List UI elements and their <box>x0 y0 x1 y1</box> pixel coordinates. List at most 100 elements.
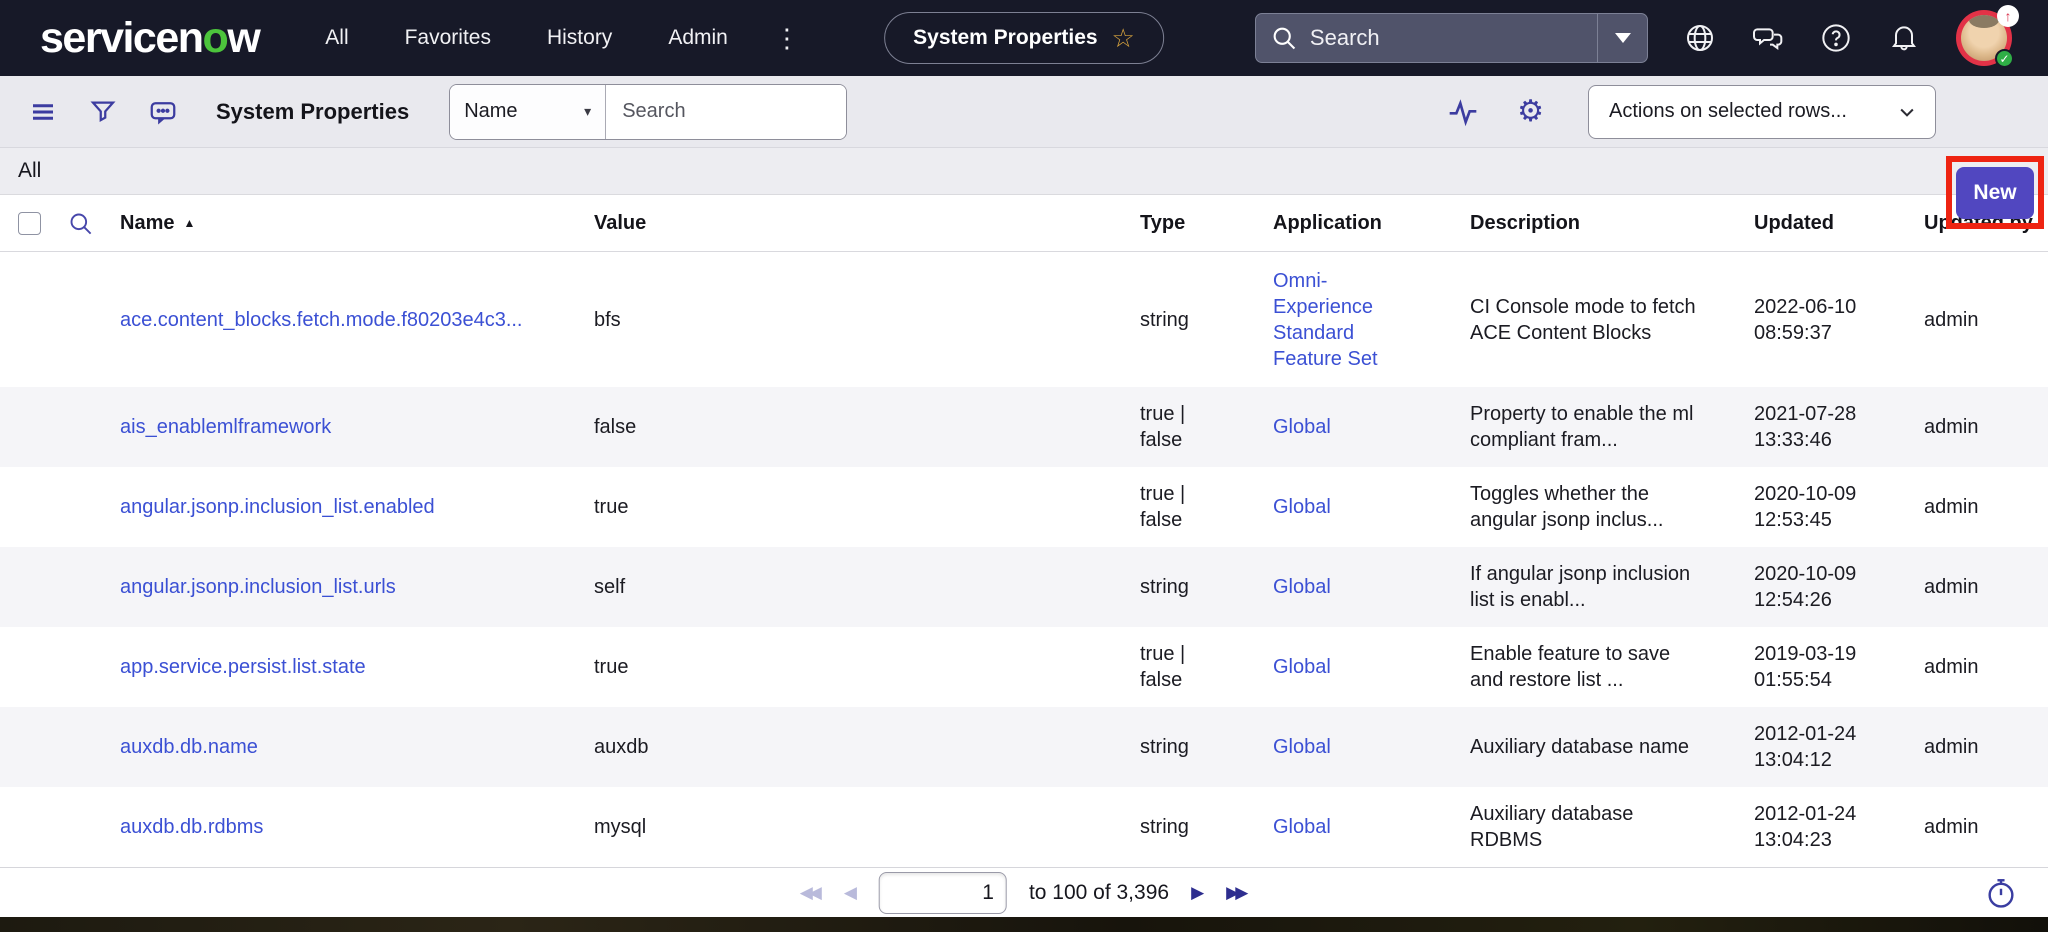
status-check-badge-icon: ✓ <box>1995 49 2014 68</box>
notification-bell-icon[interactable] <box>1888 22 1920 54</box>
description-cell: Auxiliary database name <box>1470 734 1754 760</box>
list-filter-control: Name ▾ <box>449 84 847 140</box>
value-cell: true <box>594 654 1140 680</box>
table-row: app.service.persist.list.state true true… <box>0 627 2048 707</box>
value-cell: auxdb <box>594 734 1140 760</box>
new-button[interactable]: New <box>1956 167 2034 219</box>
column-header-type[interactable]: Type <box>1140 212 1273 235</box>
filter-icon[interactable] <box>88 97 118 127</box>
search-scope-dropdown[interactable] <box>1597 14 1647 62</box>
column-header-updated[interactable]: Updated <box>1754 212 1924 235</box>
list-toolbar: System Properties Name ▾ ⚙ Actions on se… <box>0 76 2048 148</box>
type-cell: string <box>1140 307 1273 333</box>
property-name-link[interactable]: auxdb.db.rdbms <box>120 816 263 838</box>
list-search-input[interactable] <box>606 85 846 139</box>
table-row: angular.jsonp.inclusion_list.enabled tru… <box>0 467 2048 547</box>
column-header-application[interactable]: Application <box>1273 212 1470 235</box>
column-header-name[interactable]: Name▲ <box>120 212 594 235</box>
page-title: System Properties <box>216 99 409 125</box>
column-header-description[interactable]: Description <box>1470 212 1754 235</box>
previous-page-icon[interactable]: ◀ <box>844 883 857 903</box>
help-icon[interactable] <box>1820 22 1852 54</box>
table-row: angular.jsonp.inclusion_list.urls self s… <box>0 547 2048 627</box>
logo-green-o: o <box>203 14 228 62</box>
updated-by-cell: admin <box>1924 494 2048 520</box>
table-row: auxdb.db.rdbms mysql string Global Auxil… <box>0 787 2048 867</box>
updated-cell: 2022-06-10 08:59:37 <box>1754 294 1924 346</box>
updated-cell: 2012-01-24 13:04:23 <box>1754 801 1924 853</box>
favorite-star-icon[interactable]: ☆ <box>1112 25 1135 51</box>
type-cell: true | false <box>1140 401 1273 453</box>
breadcrumb-row: All <box>0 148 2048 195</box>
dropdown-arrow-icon <box>1615 33 1631 43</box>
updated-by-cell: admin <box>1924 574 2048 600</box>
actions-dropdown[interactable]: Actions on selected rows... <box>1588 85 1936 139</box>
description-cell: Property to enable the ml compliant fram… <box>1470 401 1754 453</box>
column-search-icon[interactable] <box>67 210 94 237</box>
nav-item-all[interactable]: All <box>325 26 348 50</box>
global-search-input[interactable] <box>1310 25 1583 51</box>
application-link[interactable]: Global <box>1273 816 1331 838</box>
global-search <box>1255 13 1648 63</box>
value-cell: self <box>594 574 1140 600</box>
chat-icon[interactable] <box>1752 22 1784 54</box>
updated-cell: 2012-01-24 13:04:12 <box>1754 721 1924 773</box>
updated-by-cell: admin <box>1924 414 2048 440</box>
updated-by-cell: admin <box>1924 307 2048 333</box>
type-cell: true | false <box>1140 481 1273 533</box>
nav-item-admin[interactable]: Admin <box>668 26 728 50</box>
property-name-link[interactable]: app.service.persist.list.state <box>120 656 366 678</box>
next-page-icon[interactable]: ▶ <box>1191 883 1204 903</box>
sort-ascending-icon: ▲ <box>183 216 195 230</box>
list-menu-icon[interactable] <box>28 97 58 127</box>
page-number-input[interactable] <box>879 872 1007 914</box>
application-link[interactable]: Global <box>1273 656 1331 678</box>
current-page-pill[interactable]: System Properties ☆ <box>884 12 1164 64</box>
property-name-link[interactable]: auxdb.db.name <box>120 736 258 758</box>
application-link[interactable]: Global <box>1273 496 1331 518</box>
description-cell: Enable feature to save and restore list … <box>1470 641 1754 693</box>
first-page-icon[interactable]: ◀◀ <box>800 883 822 903</box>
column-header-value[interactable]: Value <box>594 212 1140 235</box>
application-link[interactable]: Global <box>1273 576 1331 598</box>
impersonation-badge-icon: ↑ <box>1997 5 2019 27</box>
application-link[interactable]: Global <box>1273 416 1331 438</box>
activity-pulse-icon[interactable] <box>1447 96 1479 128</box>
response-time-icon[interactable] <box>1984 876 2018 910</box>
application-link[interactable]: Omni-Experience Standard Feature Set <box>1273 270 1378 370</box>
gear-icon[interactable]: ⚙ <box>1517 97 1544 127</box>
pagination: ◀◀ ◀ to 100 of 3,396 ▶ ▶▶ <box>800 872 1249 914</box>
nav-item-favorites[interactable]: Favorites <box>405 26 491 50</box>
breadcrumb[interactable]: All <box>18 159 41 183</box>
updated-by-cell: admin <box>1924 654 2048 680</box>
property-name-link[interactable]: angular.jsonp.inclusion_list.enabled <box>120 496 435 518</box>
globe-icon[interactable] <box>1684 22 1716 54</box>
pagination-range-label: to 100 of 3,396 <box>1029 881 1169 905</box>
list-footer: ◀◀ ◀ to 100 of 3,396 ▶ ▶▶ <box>0 867 2048 917</box>
last-page-icon[interactable]: ▶▶ <box>1226 883 1248 903</box>
property-name-link[interactable]: ais_enablemlframework <box>120 416 331 438</box>
application-link[interactable]: Global <box>1273 736 1331 758</box>
type-cell: string <box>1140 574 1273 600</box>
description-cell: If angular jsonp inclusion list is enabl… <box>1470 561 1754 613</box>
description-cell: Auxiliary database RDBMS <box>1470 801 1754 853</box>
nav-item-history[interactable]: History <box>547 26 612 50</box>
user-avatar[interactable]: ↑ ✓ <box>1956 10 2012 66</box>
value-cell: true <box>594 494 1140 520</box>
select-all-checkbox[interactable] <box>18 212 41 235</box>
caret-down-icon: ▾ <box>584 103 591 120</box>
table-header: Name▲ Value Type Application Description… <box>0 195 2048 252</box>
table-row: auxdb.db.name auxdb string Global Auxili… <box>0 707 2048 787</box>
type-cell: string <box>1140 814 1273 840</box>
comment-icon[interactable] <box>148 97 178 127</box>
more-menu-icon[interactable]: ⋮ <box>774 25 800 51</box>
table-row: ace.content_blocks.fetch.mode.f80203e4c3… <box>0 252 2048 387</box>
property-name-link[interactable]: angular.jsonp.inclusion_list.urls <box>120 576 396 598</box>
updated-cell: 2020-10-09 12:54:26 <box>1754 561 1924 613</box>
top-nav: servicenow All Favorites History Admin ⋮… <box>0 0 2048 76</box>
desktop-background-strip <box>0 917 2048 932</box>
filter-field-select[interactable]: Name ▾ <box>450 85 606 139</box>
value-cell: false <box>594 414 1140 440</box>
property-name-link[interactable]: ace.content_blocks.fetch.mode.f80203e4c3… <box>120 309 523 331</box>
servicenow-window: servicenow All Favorites History Admin ⋮… <box>0 0 2048 932</box>
